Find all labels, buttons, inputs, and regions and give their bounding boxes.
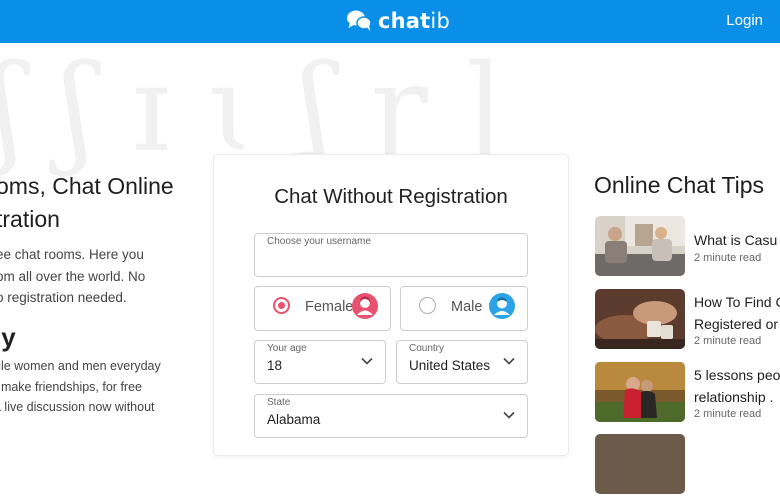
tip-read-time: 2 minute read bbox=[694, 408, 762, 420]
logo[interactable]: chatib bbox=[346, 6, 450, 36]
state-value: Alabama bbox=[267, 412, 321, 427]
tip-title: What is Casu bbox=[694, 232, 778, 248]
tip-read-time: 2 minute read bbox=[694, 252, 762, 264]
age-label: Your age bbox=[267, 343, 307, 354]
tip-card[interactable]: 5 lessons peo relationship . 2 minute rea… bbox=[595, 362, 780, 424]
state-label: State bbox=[267, 397, 291, 408]
hero-description: ee chat rooms. Here you om all over the w… bbox=[0, 247, 146, 305]
tip-read-time: 2 minute read bbox=[694, 335, 762, 347]
card-title: Chat Without Registration bbox=[274, 185, 508, 208]
tips-title: Online Chat Tips bbox=[594, 172, 765, 198]
chat-bubbles-icon bbox=[347, 10, 372, 31]
female-radio[interactable] bbox=[273, 297, 290, 314]
tip-title: 5 lessons peo relationship . bbox=[694, 367, 780, 405]
tip-thumbnail-image bbox=[595, 434, 685, 494]
male-radio[interactable] bbox=[419, 297, 436, 314]
top-header: chatib Login bbox=[0, 0, 780, 43]
tip-title: How To Find C Registered or bbox=[694, 294, 780, 332]
chevron-down-icon bbox=[503, 357, 515, 365]
age-select[interactable]: Your age 18 bbox=[254, 340, 386, 384]
gender-male-option[interactable]: Male bbox=[400, 286, 528, 331]
gender-female-option[interactable]: Female bbox=[254, 286, 391, 331]
tip-card[interactable]: What is Casu 2 minute read bbox=[595, 216, 780, 278]
female-label: Female bbox=[305, 299, 354, 315]
male-label: Male bbox=[451, 299, 483, 315]
hero-title: oms, Chat Online tration bbox=[0, 173, 174, 232]
tip-thumbnail-image bbox=[595, 216, 685, 276]
state-select[interactable]: State Alabama bbox=[254, 394, 528, 438]
country-value: United States bbox=[409, 358, 491, 373]
section-subheading: ly bbox=[0, 322, 16, 352]
username-field[interactable]: Choose your username bbox=[254, 233, 528, 277]
chevron-down-icon bbox=[503, 411, 515, 419]
registration-card: Chat Without Registration Choose your us… bbox=[213, 154, 569, 456]
country-label: Country bbox=[409, 343, 445, 354]
age-value: 18 bbox=[267, 358, 283, 373]
tip-card[interactable] bbox=[595, 434, 780, 496]
logo-text: chatib bbox=[378, 9, 450, 33]
country-select[interactable]: Country United States bbox=[396, 340, 528, 384]
tip-thumbnail-image bbox=[595, 362, 685, 422]
male-avatar-icon bbox=[489, 293, 515, 319]
section-description: gle women and men everyday, make friends… bbox=[0, 359, 161, 414]
tip-thumbnail-image bbox=[595, 289, 685, 349]
login-link[interactable]: Login bbox=[726, 12, 763, 29]
chevron-down-icon bbox=[361, 357, 373, 365]
female-avatar-icon bbox=[352, 293, 378, 319]
username-label: Choose your username bbox=[267, 236, 371, 247]
tip-card[interactable]: How To Find C Registered or 2 minute read bbox=[595, 289, 780, 351]
background-decoration: ʃ ʃ ɪ ɩ ʆ ɼ ɭ bbox=[0, 40, 510, 179]
